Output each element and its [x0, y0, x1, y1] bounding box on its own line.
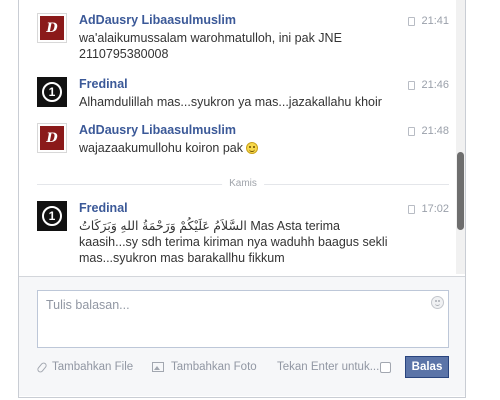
chat-bubble-icon: [408, 16, 416, 26]
enter-to-send-label: Tekan Enter untuk...: [277, 361, 380, 373]
fredinal-ring-logo-icon: 1: [42, 82, 62, 102]
avatar[interactable]: D: [37, 123, 67, 153]
scrollbar-thumb[interactable]: [457, 152, 464, 230]
chat-bubble-icon: [408, 126, 416, 136]
reply-input[interactable]: [37, 290, 449, 348]
paperclip-icon: [36, 360, 48, 374]
smiley-icon: [245, 142, 258, 154]
sender-name[interactable]: Fredinal: [79, 201, 128, 215]
mobile-device-icon: [408, 204, 416, 214]
fredinal-mark: 1: [48, 85, 56, 99]
addausry-logo-icon: D: [40, 16, 64, 40]
day-divider-label: Kamis: [222, 178, 264, 189]
message-text: السَّلاَمُ عَلَيْكُمْ وَرَحْمَةُ اللهِ و…: [79, 218, 434, 266]
enter-to-send-checkbox[interactable]: [380, 362, 391, 373]
message-text: wa'alaikumussalam warohmatulloh, ini pak…: [79, 30, 434, 62]
message-line: wajazaakumullohu koiron pak: [79, 141, 243, 155]
fredinal-ring-logo-icon: 1: [42, 206, 62, 226]
avatar[interactable]: 1: [37, 201, 67, 231]
add-photo-button[interactable]: Tambahkan Foto: [152, 361, 257, 373]
message-item: D AdDausry Libaasulmuslim 21:41 wa'alaik…: [37, 13, 449, 65]
send-reply-button[interactable]: Balas: [405, 356, 449, 378]
message-time: 21:41: [408, 15, 449, 27]
add-file-button[interactable]: Tambahkan File: [36, 360, 134, 374]
message-line: 2110795380008: [79, 47, 169, 61]
sender-name[interactable]: AdDausry Libaasulmuslim: [79, 13, 236, 27]
message-timestamp: 21:46: [421, 79, 449, 91]
addausry-logo-icon: D: [40, 126, 64, 150]
message-line: kaasih...sy sdh terima kiriman nya waduh…: [79, 235, 388, 249]
add-photo-label: Tambahkan Foto: [171, 361, 257, 373]
message-time: 21:48: [408, 125, 449, 137]
avatar[interactable]: D: [37, 13, 67, 43]
message-line: mas...syukron mas barakallhu fikkum: [79, 251, 285, 265]
message-item: 1 Fredinal 21:46 Alhamdulillah mas...syu…: [37, 77, 449, 113]
day-divider: Kamis: [37, 178, 449, 190]
message-line: السَّلاَمُ عَلَيْكُمْ وَرَحْمَةُ اللهِ و…: [79, 219, 340, 233]
message-line: Alhamdulillah mas...syukron ya mas...jaz…: [79, 95, 382, 109]
add-file-label: Tambahkan File: [52, 361, 134, 373]
message-timestamp: 21:48: [421, 125, 449, 137]
message-text: Alhamdulillah mas...syukron ya mas...jaz…: [79, 94, 434, 110]
message-text: wajazaakumullohu koiron pak: [79, 140, 434, 156]
sender-name[interactable]: AdDausry Libaasulmuslim: [79, 123, 236, 137]
mobile-device-icon: [408, 80, 416, 90]
reply-composer: Tambahkan File Tambahkan Foto Tekan Ente…: [19, 276, 465, 396]
sender-name[interactable]: Fredinal: [79, 77, 128, 91]
message-item: D AdDausry Libaasulmuslim 21:48 wajazaak…: [37, 123, 449, 159]
message-time: 21:46: [408, 79, 449, 91]
photo-icon: [152, 362, 164, 372]
message-time: 17:02: [408, 203, 449, 215]
message-item: 1 Fredinal 17:02 السَّلاَمُ عَلَيْكُمْ و…: [37, 201, 449, 269]
message-timestamp: 21:41: [421, 15, 449, 27]
thread-scrollbar[interactable]: [456, 0, 465, 274]
message-line: wa'alaikumussalam warohmatulloh, ini pak…: [79, 31, 342, 45]
chat-window: D AdDausry Libaasulmuslim 21:41 wa'alaik…: [18, 0, 466, 398]
emoji-icon[interactable]: [431, 296, 444, 309]
avatar[interactable]: 1: [37, 77, 67, 107]
message-thread[interactable]: D AdDausry Libaasulmuslim 21:41 wa'alaik…: [19, 0, 455, 274]
message-timestamp: 17:02: [421, 203, 449, 215]
fredinal-mark: 1: [48, 209, 56, 223]
